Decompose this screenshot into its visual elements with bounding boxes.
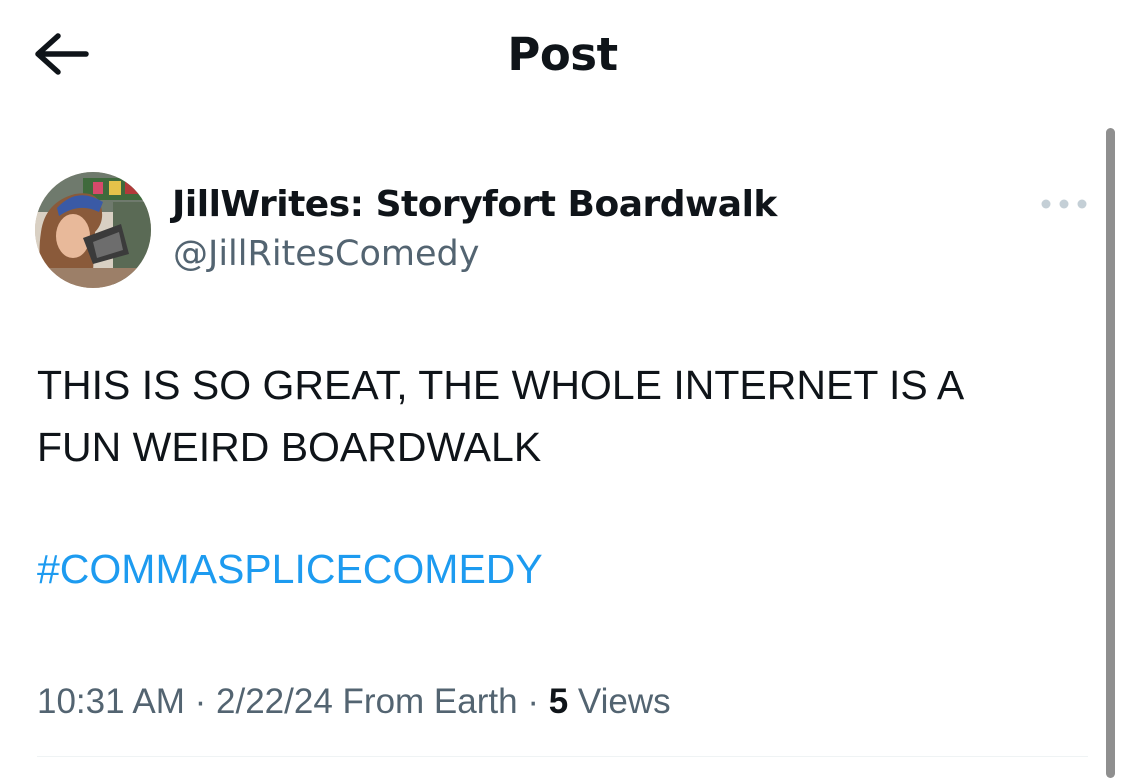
views-label: Views <box>577 682 671 721</box>
post-text: THIS IS SO GREAT, THE WHOLE INTERNET IS … <box>37 362 965 470</box>
more-options-button[interactable] <box>1036 188 1092 220</box>
divider <box>37 756 1088 757</box>
meta-separator: · <box>194 682 207 721</box>
scrollbar[interactable] <box>1106 128 1115 778</box>
post-metadata: 10:31 AM · 2/22/24 From Earth · 5 Views <box>37 678 671 726</box>
avatar[interactable] <box>35 172 151 288</box>
avatar-photo <box>35 172 151 288</box>
post-time[interactable]: 10:31 AM <box>37 682 185 721</box>
hashtag-link[interactable]: #COMMASPLICECOMEDY <box>37 541 543 597</box>
meta-separator: · <box>527 682 539 721</box>
author-display-name[interactable]: JillWrites: Storyfort Boardwalk <box>172 183 777 227</box>
post-date[interactable]: 2/22/24 <box>216 682 333 721</box>
page-title: Post <box>507 28 618 81</box>
post-source: From Earth <box>342 682 518 721</box>
top-bar: Post <box>0 0 1125 110</box>
author-handle[interactable]: @JillRitesComedy <box>173 232 479 276</box>
more-horizontal-icon <box>1041 199 1087 209</box>
views-count: 5 <box>548 682 569 721</box>
